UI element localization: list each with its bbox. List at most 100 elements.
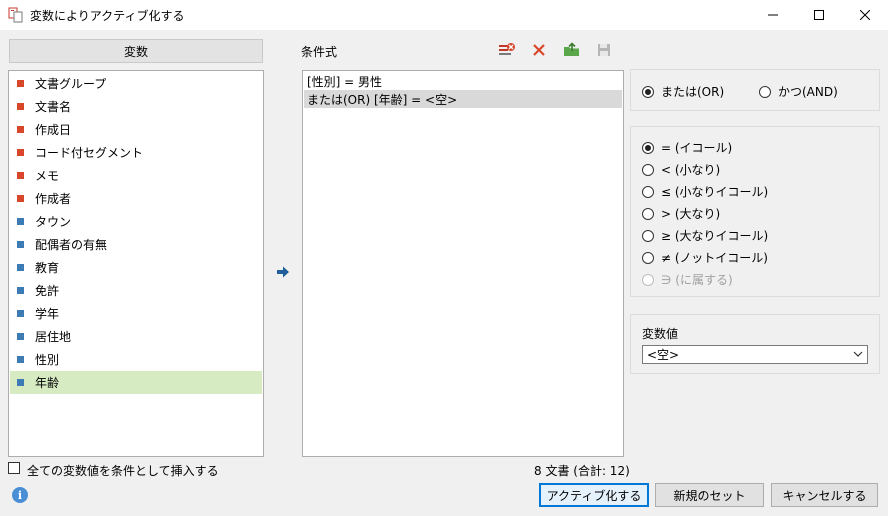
variable-item[interactable]: 配偶者の有無: [10, 233, 262, 256]
radio-less-equal[interactable]: ≤ (小なりイコール): [642, 183, 768, 200]
variable-item[interactable]: コード付セグメント: [10, 141, 262, 164]
variable-type-icon: [17, 356, 24, 363]
variable-item[interactable]: 居住地: [10, 325, 262, 348]
info-icon[interactable]: i: [12, 487, 28, 503]
variable-label: 文書名: [35, 100, 72, 114]
variable-type-icon: [17, 80, 24, 87]
radio-equal[interactable]: = (イコール): [642, 139, 732, 156]
cancel-button-label: キャンセルする: [782, 488, 867, 503]
radio-greater-indicator[interactable]: [642, 207, 654, 220]
variables-header-label: 変数: [123, 44, 148, 59]
new-set-button-label: 新規のセット: [673, 488, 746, 503]
chevron-down-icon: [853, 351, 863, 357]
variable-type-icon: [17, 218, 24, 225]
variable-item[interactable]: 文書名: [10, 95, 262, 118]
radio-not-equal[interactable]: ≠ (ノットイコール): [642, 249, 768, 266]
variable-item[interactable]: タウン: [10, 210, 262, 233]
open-button[interactable]: [562, 40, 582, 60]
close-button[interactable]: [842, 0, 888, 30]
variable-label: 性別: [35, 353, 60, 367]
variable-item[interactable]: 作成者: [10, 187, 262, 210]
maximize-icon: [814, 10, 824, 20]
variable-type-icon: [17, 333, 24, 340]
variable-type-icon: [17, 264, 24, 271]
variable-item[interactable]: メモ: [10, 164, 262, 187]
value-label: 変数値: [642, 327, 679, 341]
variables-header[interactable]: 変数: [9, 39, 263, 63]
activate-button[interactable]: アクティブ化する: [539, 483, 649, 507]
arrow-right-icon[interactable]: [276, 265, 290, 279]
maximize-button[interactable]: [796, 0, 842, 30]
radio-or[interactable]: または(OR): [642, 83, 724, 100]
variable-type-icon: [17, 103, 24, 110]
radio-less-label: < (小なり): [661, 163, 721, 177]
save-button[interactable]: [594, 40, 614, 60]
conditions-label: 条件式: [301, 45, 338, 59]
delete-button[interactable]: [529, 40, 549, 60]
logic-group: または(OR) かつ(AND): [630, 69, 880, 111]
radio-or-label: または(OR): [661, 85, 725, 99]
delete-all-button[interactable]: [497, 40, 517, 60]
variable-type-icon: [17, 241, 24, 248]
radio-contains-label: ∋ (に属する): [661, 273, 733, 287]
title-bar: 変数によりアクティブ化する: [0, 0, 888, 30]
variable-label: 免許: [35, 284, 60, 298]
value-dropdown[interactable]: <空>: [642, 345, 868, 364]
radio-greater-equal[interactable]: ≥ (大なりイコール): [642, 227, 768, 244]
operators-group: = (イコール) < (小なり) ≤ (小なりイコール) > (大なり) ≥ (…: [630, 126, 880, 297]
variable-item[interactable]: 作成日: [10, 118, 262, 141]
condition-row[interactable]: または(OR) [年齢] = <空>: [304, 90, 622, 108]
variable-type-icon: [17, 126, 24, 133]
variable-type-icon: [17, 310, 24, 317]
radio-and-label: かつ(AND): [778, 85, 838, 99]
radio-and[interactable]: かつ(AND): [759, 83, 838, 100]
variable-label: 配偶者の有無: [35, 238, 108, 252]
conditions-list[interactable]: [性別] = 男性 または(OR) [年齢] = <空>: [302, 70, 624, 457]
activate-button-label: アクティブ化する: [546, 488, 642, 503]
value-dropdown-text: <空>: [647, 348, 680, 362]
variable-item[interactable]: 免許: [10, 279, 262, 302]
radio-contains-indicator: [642, 273, 654, 286]
variable-label: タウン: [35, 215, 72, 229]
delete-icon: [533, 44, 545, 56]
variable-type-icon: [17, 172, 24, 179]
radio-less-indicator[interactable]: [642, 163, 654, 176]
radio-equal-label: = (イコール): [661, 141, 733, 155]
radio-and-indicator[interactable]: [759, 85, 771, 98]
radio-not-equal-label: ≠ (ノットイコール): [661, 251, 768, 265]
variable-label: 作成者: [35, 192, 72, 206]
radio-not-equal-indicator[interactable]: [642, 251, 654, 264]
value-group: [630, 314, 880, 374]
variable-item[interactable]: 文書グループ: [10, 72, 262, 95]
radio-less-equal-indicator[interactable]: [642, 185, 654, 198]
radio-greater-equal-indicator[interactable]: [642, 229, 654, 242]
variable-label: 居住地: [35, 330, 72, 344]
variable-label: 学年: [35, 307, 60, 321]
radio-equal-indicator[interactable]: [642, 141, 654, 154]
radio-less[interactable]: < (小なり): [642, 161, 720, 178]
minimize-icon: [768, 14, 778, 16]
variable-type-icon: [17, 195, 24, 202]
insert-all-checkbox[interactable]: [8, 462, 20, 474]
variable-item[interactable]: 教育: [10, 256, 262, 279]
radio-or-indicator[interactable]: [642, 85, 654, 98]
variable-type-icon: [17, 287, 24, 294]
variable-type-icon: [17, 379, 24, 386]
insert-all-label[interactable]: 全ての変数値を条件として挿入する: [27, 462, 219, 479]
radio-greater-label: > (大なり): [661, 207, 721, 221]
minimize-button[interactable]: [750, 0, 796, 30]
variable-label: コード付セグメント: [35, 146, 144, 160]
variable-item[interactable]: 性別: [10, 348, 262, 371]
variables-list[interactable]: 文書グループ 文書名 作成日 コード付セグメント メモ 作成者 タウン 配偶者の…: [8, 70, 264, 457]
condition-row[interactable]: [性別] = 男性: [304, 72, 622, 90]
variable-item[interactable]: 年齢: [10, 371, 262, 394]
cancel-button[interactable]: キャンセルする: [771, 483, 878, 507]
folder-open-icon: [564, 42, 579, 56]
new-set-button[interactable]: 新規のセット: [655, 483, 764, 507]
radio-greater-equal-label: ≥ (大なりイコール): [661, 229, 769, 243]
variable-label: 教育: [35, 261, 60, 275]
variable-label: メモ: [35, 169, 60, 183]
variable-label: 作成日: [35, 123, 72, 137]
variable-item[interactable]: 学年: [10, 302, 262, 325]
radio-greater[interactable]: > (大なり): [642, 205, 720, 222]
